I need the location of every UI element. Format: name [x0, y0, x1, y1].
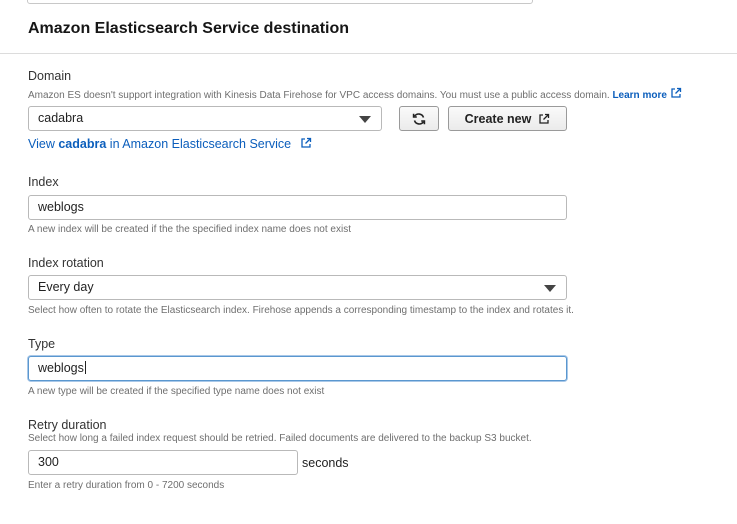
text-cursor — [84, 361, 86, 374]
type-label: Type — [28, 337, 56, 351]
domain-select[interactable]: cadabra — [28, 106, 382, 131]
domain-help: Amazon ES doesn't support integration wi… — [28, 87, 682, 101]
chevron-down-icon — [359, 116, 371, 123]
retry-duration-unit: seconds — [302, 456, 349, 470]
index-input-value: weblogs — [38, 200, 84, 214]
view-prefix: View — [28, 137, 55, 151]
type-input-value: weblogs — [38, 361, 84, 375]
refresh-icon — [412, 112, 426, 125]
external-link-icon — [671, 87, 681, 98]
retry-duration-hint: Enter a retry duration from 0 - 7200 sec… — [28, 480, 225, 491]
create-new-button[interactable]: Create new — [448, 106, 567, 131]
index-help: A new index will be created if the the s… — [28, 224, 351, 235]
type-input[interactable]: weblogs — [28, 356, 567, 381]
index-rotation-select[interactable]: Every day — [28, 275, 567, 300]
chevron-down-icon — [544, 285, 556, 292]
learn-more-link[interactable]: Learn more — [612, 87, 681, 101]
learn-more-label: Learn more — [612, 90, 667, 101]
type-help: A new type will be created if the specif… — [28, 386, 325, 397]
view-domain-name: cadabra — [58, 137, 107, 151]
index-rotation-value: Every day — [38, 280, 94, 294]
section-title: Amazon Elasticsearch Service destination — [28, 20, 350, 37]
retry-duration-help: Select how long a failed index request s… — [28, 433, 532, 444]
domain-select-value: cadabra — [38, 111, 84, 125]
index-rotation-label: Index rotation — [28, 256, 104, 270]
section-divider — [0, 53, 737, 54]
view-domain-link[interactable]: View cadabra in Amazon Elasticsearch Ser… — [28, 137, 312, 151]
retry-duration-input[interactable]: 300 — [28, 450, 298, 475]
index-label: Index — [28, 175, 59, 189]
domain-help-text: Amazon ES doesn't support integration wi… — [28, 90, 610, 101]
create-new-label: Create new — [464, 111, 532, 126]
external-link-icon — [539, 113, 550, 124]
external-link-icon — [300, 137, 311, 148]
retry-duration-label: Retry duration — [28, 418, 107, 432]
index-rotation-help: Select how often to rotate the Elasticse… — [28, 305, 574, 316]
view-suffix: in Amazon Elasticsearch Service — [109, 137, 292, 151]
retry-duration-value: 300 — [38, 455, 59, 469]
domain-label: Domain — [28, 69, 72, 83]
refresh-button[interactable] — [399, 106, 439, 131]
previous-field-stub — [27, 0, 533, 4]
index-input[interactable]: weblogs — [28, 195, 567, 220]
es-destination-page: Amazon Elasticsearch Service destination… — [0, 0, 737, 524]
